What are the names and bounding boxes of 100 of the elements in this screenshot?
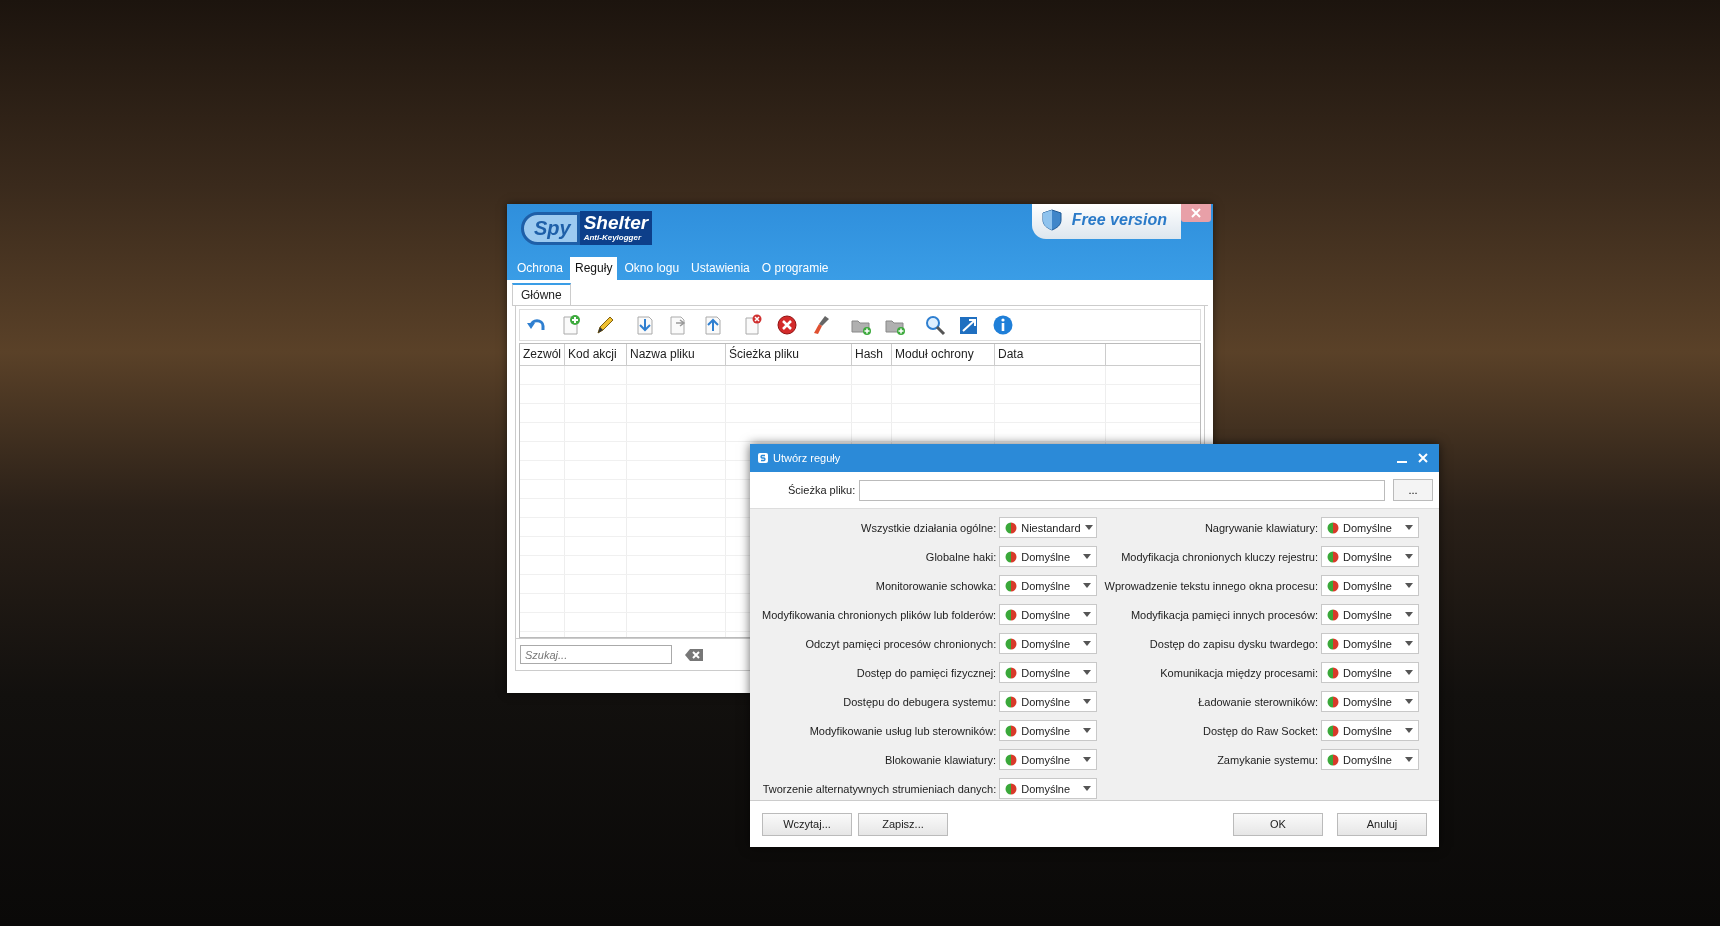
caret-icon — [1405, 583, 1413, 588]
caret-icon — [1083, 786, 1092, 791]
setting-dropdown[interactable]: Domyślne — [1321, 517, 1419, 538]
setting-dropdown[interactable]: Domyślne — [999, 749, 1098, 770]
close-button[interactable] — [1415, 451, 1431, 465]
caret-icon — [1405, 641, 1413, 646]
edition-label: Free version — [1071, 211, 1167, 229]
setting-dropdown[interactable]: Domyślne — [1321, 662, 1419, 683]
status-icon — [1327, 753, 1339, 766]
caret-icon — [1405, 670, 1413, 675]
setting-label: Modyfikowanie usług lub sterowników: — [808, 724, 997, 737]
setting-dropdown[interactable]: Domyślne — [999, 575, 1098, 596]
caret-icon — [1083, 670, 1092, 675]
setting-label: Modyfikacja chronionych kluczy rejestru: — [1120, 550, 1318, 563]
status-icon — [1327, 579, 1339, 592]
status-icon — [1327, 637, 1339, 650]
nav-tab[interactable]: Reguły — [570, 257, 618, 280]
path-label: Ścieżka pliku: — [788, 484, 856, 496]
column-header[interactable]: Moduł ochrony — [892, 344, 995, 365]
close-icon — [1418, 453, 1428, 463]
caret-icon — [1083, 612, 1092, 617]
status-icon — [1005, 550, 1018, 563]
search-field[interactable]: Szukaj... — [520, 645, 672, 664]
close-button[interactable] — [1181, 204, 1211, 222]
caret-icon — [1405, 699, 1413, 704]
status-icon — [1327, 666, 1339, 679]
sub-tab[interactable]: Główne — [512, 283, 571, 305]
column-header[interactable]: Nazwa pliku — [627, 344, 726, 365]
setting-dropdown[interactable]: Domyślne — [999, 778, 1098, 799]
close-icon — [1191, 208, 1201, 218]
caret-icon — [1405, 525, 1413, 530]
setting-label: Wprowadzenie tekstu innego okna procesu: — [1103, 579, 1318, 592]
setting-dropdown[interactable]: Domyślne — [999, 691, 1098, 712]
dialog-button[interactable]: Zapisz... — [858, 812, 948, 836]
setting-dropdown[interactable]: Domyślne — [999, 546, 1098, 567]
app-icon — [758, 453, 768, 463]
setting-label: Dostęp do pamięci fizycznej: — [855, 666, 997, 679]
caret-icon — [1083, 728, 1092, 733]
setting-label: Globalne haki: — [924, 550, 997, 563]
setting-dropdown[interactable]: Domyślne — [999, 604, 1098, 625]
setting-label: Nagrywanie klawiatury: — [1203, 521, 1318, 534]
setting-dropdown[interactable]: Domyślne — [1321, 720, 1419, 741]
minimize-icon — [1397, 460, 1407, 463]
setting-label: Modyfikowania chronionych plików lub folderów: — [762, 608, 997, 621]
status-icon — [1005, 782, 1018, 795]
setting-dropdown[interactable]: Domyślne — [1321, 691, 1419, 712]
setting-dropdown[interactable]: Domyślne — [999, 633, 1098, 654]
status-icon — [1005, 579, 1018, 592]
status-icon — [1005, 521, 1018, 534]
setting-dropdown[interactable]: Domyślne — [999, 720, 1098, 741]
setting-dropdown[interactable]: Niestandard — [999, 517, 1098, 538]
setting-dropdown[interactable]: Domyślne — [1321, 749, 1419, 770]
status-icon — [1327, 695, 1339, 708]
clear-icon[interactable] — [684, 647, 704, 662]
setting-label: Wszystkie działania ogólne: — [860, 521, 997, 534]
setting-label: Zamykanie systemu: — [1216, 753, 1318, 766]
caret-icon — [1405, 612, 1413, 617]
status-icon — [1005, 695, 1018, 708]
logo-tagline: Anti-Keylogger — [583, 233, 643, 243]
caret-icon — [1083, 699, 1092, 704]
status-icon — [1005, 637, 1018, 650]
setting-dropdown[interactable]: Domyślne — [1321, 604, 1419, 625]
dialog-button[interactable]: Wczytaj... — [762, 812, 852, 836]
setting-label: Blokowanie klawiatury: — [883, 753, 997, 766]
setting-dropdown[interactable]: Domyślne — [999, 662, 1098, 683]
dialog-button[interactable]: Anuluj — [1337, 812, 1427, 836]
setting-label: Ładowanie sterowników: — [1197, 695, 1318, 708]
status-icon — [1005, 753, 1018, 766]
column-header[interactable]: Ścieżka pliku — [726, 344, 852, 365]
status-icon — [1005, 608, 1018, 621]
setting-dropdown[interactable]: Domyślne — [1321, 575, 1419, 596]
setting-label: Monitorowanie schowka: — [874, 579, 997, 592]
column-header[interactable]: Zezwól — [520, 344, 565, 365]
caret-icon — [1083, 583, 1092, 588]
setting-label: Komunikacja między procesami: — [1159, 666, 1318, 679]
caret-icon — [1083, 641, 1092, 646]
setting-dropdown[interactable]: Domyślne — [1321, 546, 1419, 567]
caret-icon — [1084, 525, 1093, 530]
browse-button[interactable]: ... — [1393, 479, 1433, 501]
logo-name: Shelter — [583, 213, 649, 233]
caret-icon — [1083, 757, 1092, 762]
path-field[interactable] — [859, 479, 1385, 501]
status-icon — [1005, 724, 1018, 737]
setting-label: Tworzenie alternatywnych strumieniach danych: — [762, 782, 997, 795]
setting-label: Dostęp do Raw Socket: — [1202, 724, 1318, 737]
status-icon — [1327, 521, 1339, 534]
setting-label: Dostępu do debugera systemu: — [842, 695, 997, 708]
setting-dropdown[interactable]: Domyślne — [1321, 633, 1419, 654]
column-header[interactable]: Data — [995, 344, 1106, 365]
caret-icon — [1083, 554, 1092, 559]
caret-icon — [1405, 728, 1413, 733]
dialog-button[interactable]: OK — [1233, 812, 1323, 836]
column-header[interactable]: Hash — [852, 344, 892, 365]
setting-label: Modyfikacja pamięci innych procesów: — [1129, 608, 1318, 621]
dialog-title: Utwórz reguły — [773, 452, 841, 464]
setting-label: Dostęp do zapisu dysku twardego: — [1148, 637, 1318, 650]
column-header[interactable]: Kod akcji — [565, 344, 627, 365]
shield-icon — [1041, 209, 1062, 231]
logo-mark: Spy — [521, 211, 580, 245]
status-icon — [1327, 550, 1339, 563]
